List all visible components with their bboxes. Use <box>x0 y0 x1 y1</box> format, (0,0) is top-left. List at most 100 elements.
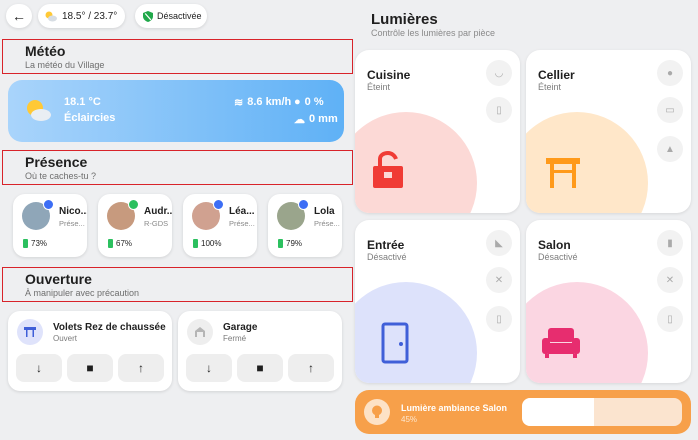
person-card[interactable]: Nico... Prése... 73% <box>13 194 87 257</box>
arrow-down-icon: ↓ <box>206 361 212 375</box>
person-battery: 79% <box>278 239 302 248</box>
room-toggle-button[interactable]: ▯ <box>486 306 512 332</box>
meteo-section-header: Météo La météo du Village <box>2 39 353 74</box>
cover-stop-button[interactable]: ■ <box>237 354 283 382</box>
person-name: Nico... <box>59 206 87 217</box>
person-card[interactable]: Lola Prése... 79% <box>268 194 342 257</box>
ouverture-section-header: Ouverture À manipuler avec précaution <box>2 267 353 302</box>
room-toggle-button[interactable]: ▮ <box>657 230 683 256</box>
cover-up-button[interactable]: ↑ <box>118 354 164 382</box>
room-toggle-button[interactable]: ▲ <box>657 136 683 162</box>
shutter-icon <box>17 319 43 345</box>
room-card-entree[interactable]: Entrée Désactivé ◣ ✕ ▯ <box>355 220 520 383</box>
battery-icon <box>193 239 198 248</box>
door-icon: ▯ <box>496 313 502 325</box>
presence-subtitle: Où te caches-tu ? <box>25 171 97 181</box>
room-card-salon[interactable]: Salon Désactivé ▮ ✕ ▯ <box>526 220 691 383</box>
ambiance-light-card[interactable]: Lumière ambiance Salon 45% <box>355 390 691 434</box>
room-state: Éteint <box>367 82 391 92</box>
weather-chip-label: 18.5° / 23.7° <box>62 10 118 22</box>
person-status: Prése... <box>59 219 85 228</box>
home-badge-icon <box>298 199 309 210</box>
wind-value: 8.6 km/h <box>247 96 292 108</box>
wall-light-icon: ◣ <box>495 237 503 249</box>
alarm-chip-label: Désactivée <box>157 11 202 21</box>
person-battery: 67% <box>108 239 132 248</box>
weather-condition: Éclaircies <box>64 112 116 124</box>
cover-stop-button[interactable]: ■ <box>67 354 113 382</box>
presence-title: Présence <box>25 154 88 170</box>
room-toggle-button[interactable]: ▯ <box>657 306 683 332</box>
stop-icon: ■ <box>86 361 94 375</box>
person-status: R-GDS <box>144 219 169 228</box>
battery-value: 79% <box>286 239 303 248</box>
weather-chip[interactable]: 18.5° / 23.7° <box>38 4 125 28</box>
presence-section-header: Présence Où te caches-tu ? <box>2 150 353 185</box>
cover-card-garage[interactable]: Garage Fermé ↓ ■ ↑ <box>178 311 342 391</box>
droplet-icon: ● <box>294 96 301 108</box>
back-button[interactable]: ← <box>6 4 32 28</box>
battery-value: 67% <box>116 239 133 248</box>
switch-icon: ▭ <box>665 104 675 116</box>
cover-name: Garage <box>223 322 258 333</box>
sofa-icon <box>542 328 580 358</box>
weather-rain: ☁ 0 mm <box>294 113 338 126</box>
lamp-icon: ▮ <box>667 237 673 249</box>
cover-card-volets[interactable]: Volets Rez de chaussée Ouvert ↓ ■ ↑ <box>8 311 172 391</box>
ceiling-light-icon: ◡ <box>494 67 504 79</box>
lights-title: Lumières <box>371 11 438 28</box>
room-card-cellier[interactable]: Cellier Éteint ● ▭ ▲ <box>526 50 691 213</box>
lights-subtitle: Contrôle les lumières par pièce <box>371 28 496 38</box>
ouverture-subtitle: À manipuler avec précaution <box>25 288 140 298</box>
brightness-slider[interactable] <box>522 398 682 426</box>
person-name: Léa... <box>229 206 255 217</box>
room-toggle-button[interactable]: ◣ <box>486 230 512 256</box>
room-state: Désactivé <box>538 252 578 262</box>
cover-state: Ouvert <box>53 334 78 343</box>
room-toggle-button[interactable]: ✕ <box>657 267 683 293</box>
person-battery: 73% <box>23 239 47 248</box>
weather-wind: ≋ 8.6 km/h <box>234 96 291 109</box>
weather-card[interactable]: 18.1 °C Éclaircies ≋ 8.6 km/h ● 0 % ☁ 0 … <box>8 80 344 142</box>
room-state: Désactivé <box>367 252 407 262</box>
cloud-icon: ☁ <box>294 114 305 126</box>
cover-up-button[interactable]: ↑ <box>288 354 334 382</box>
fire-icon: ▲ <box>665 143 675 155</box>
brightness-slider-fill <box>522 398 594 426</box>
ambiance-name: Lumière ambiance Salon <box>401 403 508 413</box>
stop-icon: ■ <box>256 361 264 375</box>
meteo-title: Météo <box>25 43 66 59</box>
arrow-up-icon: ↑ <box>138 361 144 375</box>
door-icon: ▯ <box>496 104 502 116</box>
meteo-subtitle: La météo du Village <box>25 60 105 70</box>
motion-off-icon: ✕ <box>494 274 504 286</box>
battery-icon <box>108 239 113 248</box>
cover-state: Fermé <box>223 334 247 343</box>
door-icon: ▯ <box>667 313 673 325</box>
bulb-icon <box>364 399 390 425</box>
cover-down-button[interactable]: ↓ <box>16 354 62 382</box>
table-icon <box>546 158 580 188</box>
rain-value: 0 mm <box>309 113 338 125</box>
cover-down-button[interactable]: ↓ <box>186 354 232 382</box>
cover-name: Volets Rez de chaussée <box>53 322 166 333</box>
room-toggle-button[interactable]: ▭ <box>657 97 683 123</box>
room-name: Entrée <box>367 238 405 252</box>
room-toggle-button[interactable]: ● <box>657 60 683 86</box>
room-toggle-button[interactable]: ▯ <box>486 97 512 123</box>
person-card[interactable]: Audr... R-GDS 67% <box>98 194 172 257</box>
toolbox-icon <box>373 150 403 188</box>
zone-badge-icon <box>128 199 139 210</box>
room-toggle-button[interactable]: ◡ <box>486 60 512 86</box>
room-name: Cellier <box>538 68 575 82</box>
person-status: Prése... <box>229 219 255 228</box>
battery-value: 100% <box>201 239 222 248</box>
room-card-cuisine[interactable]: Cuisine Éteint ◡ ▯ <box>355 50 520 213</box>
weather-temperature: 18.1 °C <box>64 96 101 108</box>
person-card[interactable]: Léa... Prése... 100% <box>183 194 257 257</box>
room-toggle-button[interactable]: ✕ <box>486 267 512 293</box>
alarm-chip[interactable]: Désactivée <box>135 4 207 28</box>
person-name: Lola <box>314 206 335 217</box>
battery-value: 73% <box>31 239 48 248</box>
person-name: Audr... <box>144 206 172 217</box>
